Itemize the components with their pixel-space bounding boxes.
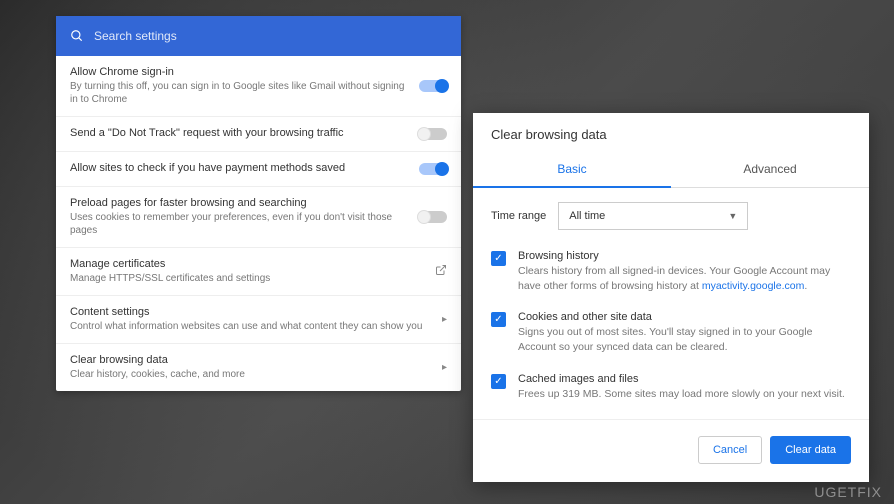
setting-title: Allow sites to check if you have payment… [70, 162, 407, 174]
check-desc: Clears history from all signed-in device… [518, 264, 851, 293]
checkbox-history[interactable]: ✓ [491, 251, 506, 266]
chevron-down-icon: ▼ [728, 211, 737, 221]
check-browsing-history: ✓ Browsing history Clears history from a… [473, 244, 869, 305]
check-desc: Frees up 319 MB. Some sites may load mor… [518, 387, 851, 402]
search-bar[interactable] [56, 16, 461, 56]
check-title: Cached images and files [518, 373, 851, 385]
dialog-title: Clear browsing data [473, 113, 869, 152]
search-input[interactable] [94, 29, 447, 43]
toggle-payment[interactable] [419, 163, 447, 175]
check-desc: Signs you out of most sites. You'll stay… [518, 325, 851, 354]
chevron-right-icon: ▸ [442, 314, 447, 325]
time-range-row: Time range All time ▼ [473, 188, 869, 244]
check-icon: ✓ [494, 314, 502, 325]
setting-desc: Clear history, cookies, cache, and more [70, 368, 430, 381]
search-icon [70, 29, 84, 43]
setting-payment-methods: Allow sites to check if you have payment… [56, 152, 461, 187]
setting-desc: Manage HTTPS/SSL certificates and settin… [70, 272, 423, 285]
check-title: Cookies and other site data [518, 311, 851, 323]
setting-preload: Preload pages for faster browsing and se… [56, 187, 461, 248]
check-icon: ✓ [494, 253, 502, 264]
checkbox-cookies[interactable]: ✓ [491, 312, 506, 327]
time-range-select[interactable]: All time ▼ [558, 202, 748, 230]
check-cache: ✓ Cached images and files Frees up 319 M… [473, 367, 869, 414]
toggle-preload[interactable] [419, 211, 447, 223]
tab-advanced[interactable]: Advanced [671, 152, 869, 187]
setting-desc: By turning this off, you can sign in to … [70, 80, 407, 106]
setting-content-settings[interactable]: Content settings Control what informatio… [56, 296, 461, 344]
setting-desc: Control what information websites can us… [70, 320, 430, 333]
setting-title: Manage certificates [70, 258, 423, 270]
setting-manage-certificates[interactable]: Manage certificates Manage HTTPS/SSL cer… [56, 248, 461, 296]
watermark: UGETFIX [814, 484, 882, 500]
settings-panel: Allow Chrome sign-in By turning this off… [56, 16, 461, 391]
setting-title: Clear browsing data [70, 354, 430, 366]
setting-allow-signin: Allow Chrome sign-in By turning this off… [56, 56, 461, 117]
cancel-button[interactable]: Cancel [698, 436, 762, 464]
toggle-allow-signin[interactable] [419, 80, 447, 92]
time-range-label: Time range [491, 210, 546, 222]
check-title: Browsing history [518, 250, 851, 262]
chevron-right-icon: ▸ [442, 362, 447, 373]
time-range-value: All time [569, 210, 605, 222]
tab-basic[interactable]: Basic [473, 152, 671, 188]
external-link-icon [435, 264, 447, 279]
setting-desc: Uses cookies to remember your preference… [70, 211, 407, 237]
setting-title: Content settings [70, 306, 430, 318]
setting-title: Allow Chrome sign-in [70, 66, 407, 78]
clear-browsing-data-dialog: Clear browsing data Basic Advanced Time … [473, 113, 869, 482]
setting-title: Send a "Do Not Track" request with your … [70, 127, 407, 139]
myactivity-link[interactable]: myactivity.google.com [702, 280, 805, 292]
setting-clear-browsing-data[interactable]: Clear browsing data Clear history, cooki… [56, 344, 461, 391]
toggle-dnt[interactable] [419, 128, 447, 140]
tabs: Basic Advanced [473, 152, 869, 188]
dialog-actions: Cancel Clear data [473, 419, 869, 468]
clear-data-button[interactable]: Clear data [770, 436, 851, 464]
setting-do-not-track: Send a "Do Not Track" request with your … [56, 117, 461, 152]
checkbox-cache[interactable]: ✓ [491, 374, 506, 389]
check-cookies: ✓ Cookies and other site data Signs you … [473, 305, 869, 366]
setting-title: Preload pages for faster browsing and se… [70, 197, 407, 209]
check-icon: ✓ [494, 376, 502, 387]
